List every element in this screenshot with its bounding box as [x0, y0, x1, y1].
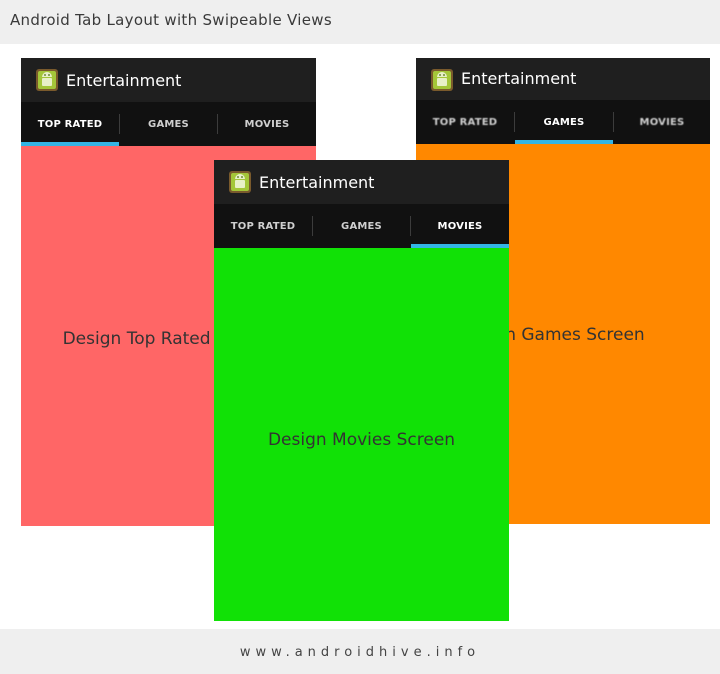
screen-text: Design Movies Screen: [267, 430, 456, 450]
footer-band: www.androidhive.info: [0, 629, 720, 674]
page-title: Android Tab Layout with Swipeable Views: [10, 11, 332, 29]
android-robot-icon: [229, 171, 251, 193]
tab-top-rated[interactable]: TOP RATED: [416, 100, 514, 144]
tab-top-rated[interactable]: TOP RATED: [21, 102, 119, 146]
tab-label: TOP RATED: [37, 118, 103, 130]
tab-label: MOVIES: [244, 118, 290, 130]
tab-label: TOP RATED: [432, 116, 498, 128]
tab-label: TOP RATED: [230, 220, 296, 232]
android-robot-icon: [431, 69, 453, 91]
footer-url: www.androidhive.info: [239, 645, 481, 660]
tab-movies[interactable]: MOVIES: [614, 100, 710, 144]
android-robot-icon: [36, 69, 58, 91]
tab-movies[interactable]: MOVIES: [218, 102, 316, 146]
tab-top-rated[interactable]: TOP RATED: [214, 204, 312, 248]
app-title: Entertainment: [66, 71, 182, 90]
tab-movies[interactable]: MOVIES: [411, 204, 509, 248]
tab-label: GAMES: [148, 118, 189, 130]
app-title: Entertainment: [461, 69, 577, 88]
tab-label: GAMES: [543, 116, 585, 128]
tab-label: GAMES: [341, 220, 382, 232]
screen-content: Design Movies Screen: [214, 248, 509, 621]
tab-label: MOVIES: [437, 220, 483, 232]
action-bar: Entertainment: [214, 160, 509, 204]
tab-label: MOVIES: [639, 116, 685, 128]
tab-bar: TOP RATED GAMES MOVIES: [416, 100, 710, 144]
app-title: Entertainment: [259, 173, 375, 192]
tab-bar: TOP RATED GAMES MOVIES: [21, 102, 316, 146]
tab-games[interactable]: GAMES: [120, 102, 217, 146]
phone-movies: Entertainment TOP RATED GAMES MOVIES Des…: [214, 160, 509, 621]
tab-games[interactable]: GAMES: [313, 204, 410, 248]
tab-games[interactable]: GAMES: [515, 100, 613, 144]
tab-bar: TOP RATED GAMES MOVIES: [214, 204, 509, 248]
header-band: Android Tab Layout with Swipeable Views: [0, 0, 720, 44]
action-bar: Entertainment: [416, 58, 710, 102]
action-bar: Entertainment: [21, 58, 316, 102]
